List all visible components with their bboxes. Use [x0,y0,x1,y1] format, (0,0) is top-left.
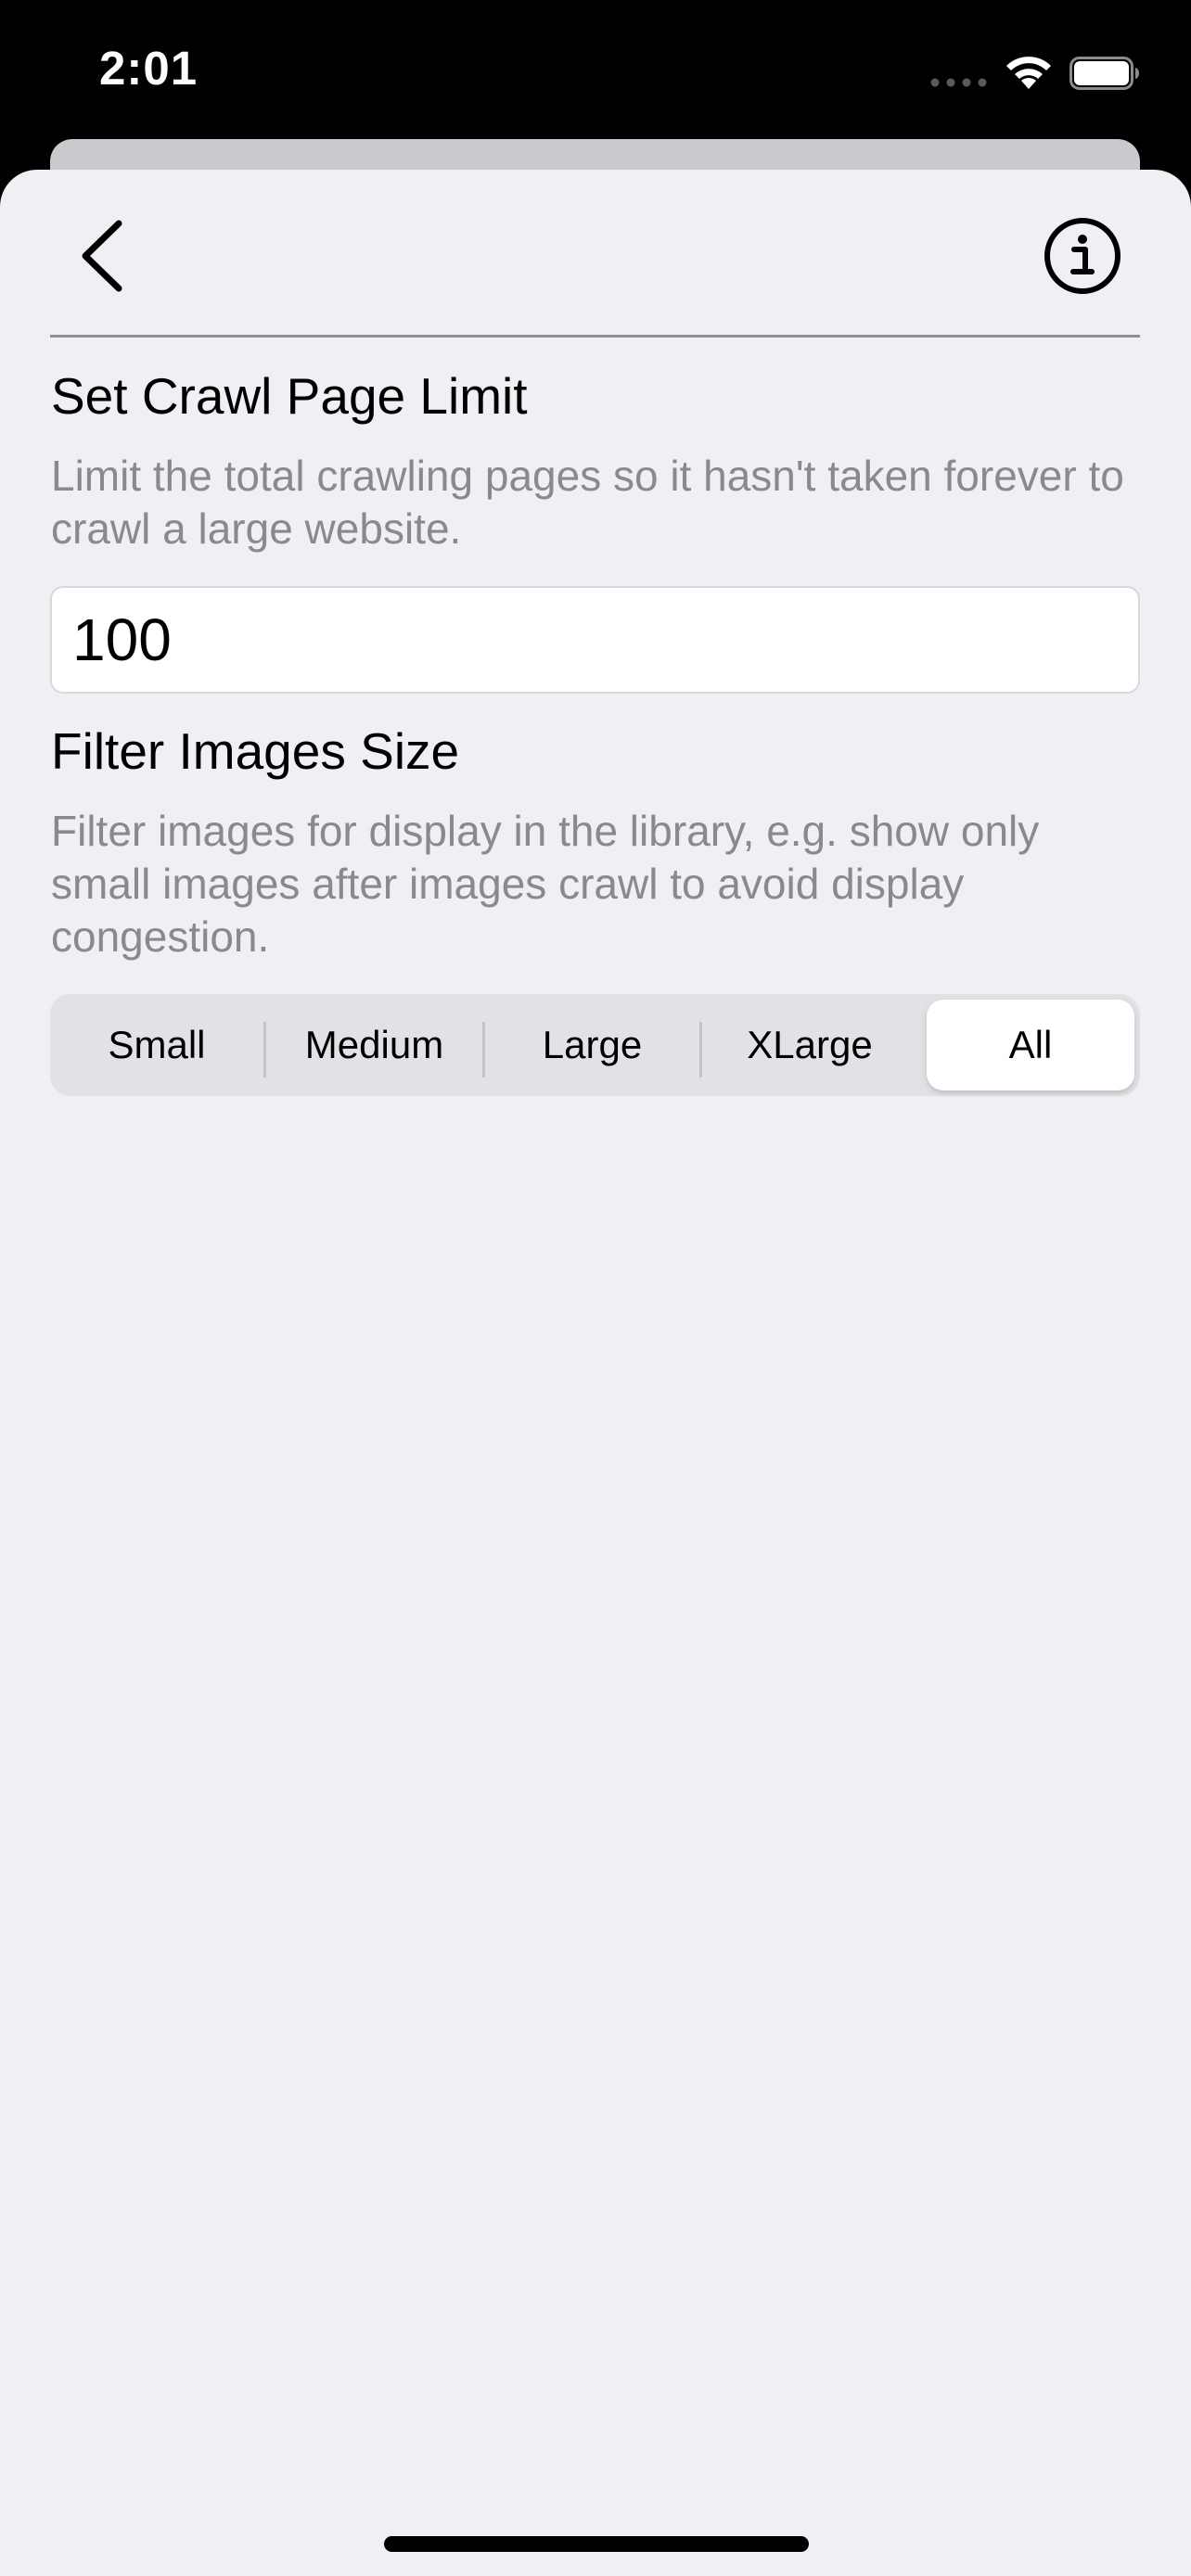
segment-small[interactable]: Small [50,994,263,1096]
image-size-segmented-control: Small Medium Large XLarge All [50,994,1140,1096]
segment-xlarge[interactable]: XLarge [702,994,917,1096]
crawl-limit-title: Set Crawl Page Limit [51,367,528,425]
filter-images-description: Filter images for display in the library… [51,807,1040,961]
back-button[interactable] [65,214,139,298]
filter-images-title: Filter Images Size [51,722,460,780]
info-button[interactable] [1041,214,1124,298]
battery-icon [1069,57,1139,90]
nav-divider [50,335,1140,338]
segment-all[interactable]: All [927,1000,1134,1090]
crawl-limit-input[interactable] [50,586,1140,694]
info-circle-icon [1044,218,1121,294]
segment-large[interactable]: Large [485,994,699,1096]
segment-medium[interactable]: Medium [266,994,482,1096]
home-indicator[interactable] [384,2536,809,2552]
settings-sheet: Set Crawl Page Limit Limit the total cra… [0,170,1191,2576]
signal-dots-icon [930,78,987,87]
status-bar: 2:01 [0,0,1191,139]
nav-bar [0,170,1191,338]
wifi-icon [1006,57,1051,89]
chevron-left-icon [82,220,122,292]
crawl-limit-description: Limit the total crawling pages so it has… [51,452,1124,553]
status-time: 2:01 [99,42,198,95]
